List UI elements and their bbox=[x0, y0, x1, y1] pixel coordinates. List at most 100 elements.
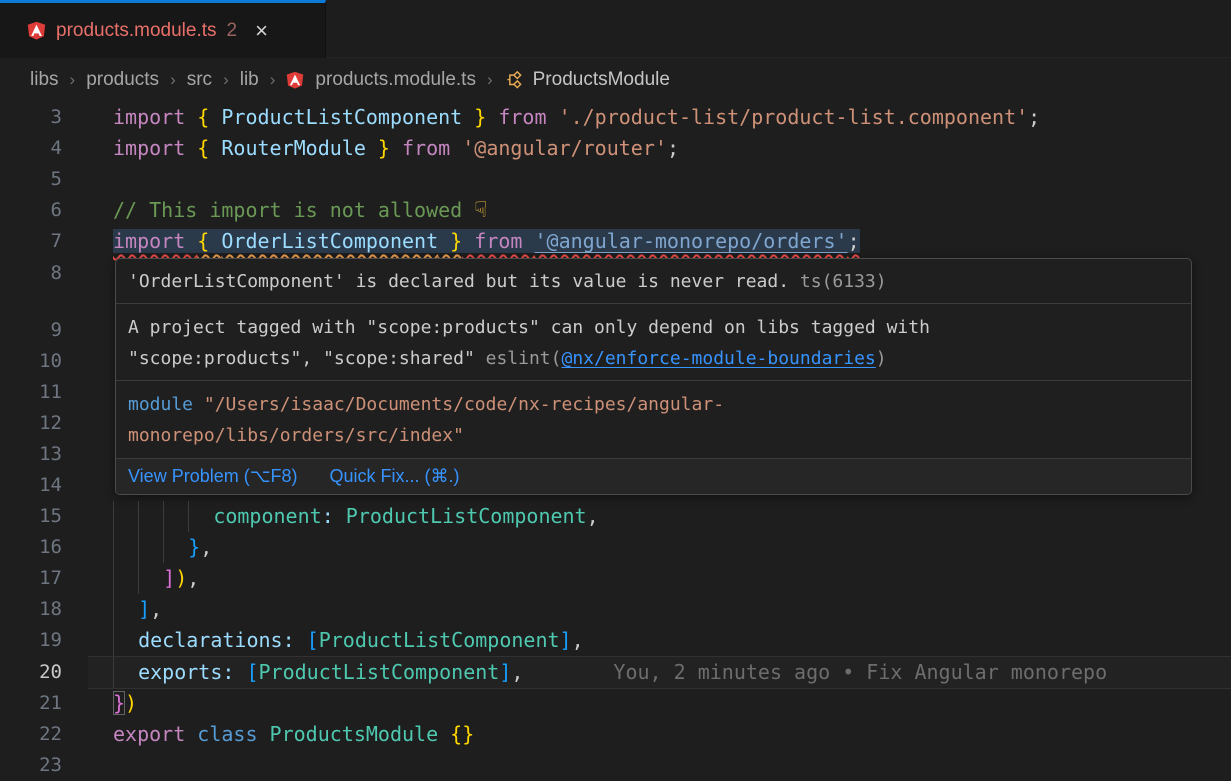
code-token: from bbox=[390, 136, 462, 160]
code-token: ProductsModule bbox=[270, 722, 451, 746]
code-line-18[interactable]: 18], bbox=[0, 594, 1231, 625]
code-token: , bbox=[572, 628, 584, 652]
code-token: ☟ bbox=[474, 198, 487, 223]
line-number: 14 bbox=[0, 470, 62, 501]
breadcrumb-item-libs[interactable]: libs bbox=[30, 69, 59, 91]
breadcrumb-item-src[interactable]: src bbox=[187, 69, 212, 91]
code-line-17[interactable]: 17]), bbox=[0, 563, 1231, 594]
line-number: 15 bbox=[0, 501, 62, 532]
line-number: 7 bbox=[0, 226, 62, 257]
indent-guide bbox=[113, 532, 138, 563]
hover-actions: View Problem (⌥F8) Quick Fix... (⌘.) bbox=[116, 459, 1191, 494]
code-token: class bbox=[197, 722, 269, 746]
line-number: 5 bbox=[0, 164, 62, 195]
code-token: './product-list/product-list.component' bbox=[559, 105, 1029, 129]
hover-text: 'OrderListComponent' is declared but its… bbox=[128, 271, 789, 292]
indent-guide bbox=[113, 563, 138, 594]
indent-guide bbox=[138, 532, 163, 563]
code-token: '@angular/router' bbox=[462, 136, 667, 160]
code-line-23[interactable]: 23 bbox=[0, 750, 1231, 781]
indent-guide bbox=[113, 501, 138, 532]
tab-products-module-ts[interactable]: products.module.ts 2 × bbox=[0, 0, 326, 58]
indent-guide bbox=[113, 594, 138, 625]
line-number: 4 bbox=[0, 133, 62, 164]
code-token: [ bbox=[307, 628, 319, 652]
hover-text: "/Users/isaac/Documents/code/nx-recipes/… bbox=[204, 394, 724, 415]
line-number: 20 bbox=[0, 657, 62, 688]
code-token: { bbox=[197, 229, 221, 253]
quick-fix-link[interactable]: Quick Fix... (⌘.) bbox=[329, 466, 459, 487]
tab-problems-badge: 2 bbox=[227, 20, 238, 42]
code-token: ; bbox=[1028, 105, 1040, 129]
line-number: 16 bbox=[0, 532, 62, 563]
code-token: // This import is not allowed bbox=[113, 198, 474, 222]
indent-guide bbox=[138, 501, 163, 532]
code-token: , bbox=[187, 566, 199, 590]
line-number: 10 bbox=[0, 346, 62, 377]
code-token: } bbox=[366, 136, 390, 160]
code-line-20[interactable]: 20exports: [ProductListComponent],You, 2… bbox=[0, 657, 1231, 688]
code-token: component bbox=[213, 504, 321, 528]
git-blame-annotation: You, 2 minutes ago • Fix Angular monorep… bbox=[613, 660, 1107, 684]
code-token: OrderListComponent bbox=[221, 229, 438, 253]
breadcrumb-separator: › bbox=[487, 70, 493, 90]
code-token: , bbox=[200, 535, 212, 559]
code-line-22[interactable]: 22export class ProductsModule {} bbox=[0, 719, 1231, 750]
code-line-19[interactable]: 19 declarations: [ProductListComponent], bbox=[0, 625, 1231, 656]
code-token: declarations: bbox=[138, 628, 295, 652]
code-line-4[interactable]: 4import { RouterModule } from '@angular/… bbox=[0, 133, 1231, 164]
breadcrumb-item-symbol[interactable]: ProductsModule bbox=[533, 69, 670, 91]
view-problem-link[interactable]: View Problem (⌥F8) bbox=[128, 466, 297, 487]
code-token: import bbox=[113, 136, 197, 160]
breadcrumb-separator: › bbox=[270, 70, 276, 90]
angular-file-icon bbox=[27, 21, 46, 40]
line-number: 18 bbox=[0, 594, 62, 625]
code-token: '@angular-monorepo/orders' bbox=[534, 229, 847, 253]
breadcrumb-item-products[interactable]: products bbox=[86, 69, 159, 91]
hover-rows: 'OrderListComponent' is declared but its… bbox=[116, 259, 1191, 459]
hover-message-row: module "/Users/isaac/Documents/code/nx-r… bbox=[116, 381, 1191, 459]
code-token bbox=[295, 628, 307, 652]
code-token: ; bbox=[848, 229, 860, 253]
breadcrumb-item-lib[interactable]: lib bbox=[240, 69, 259, 91]
code-token: } bbox=[462, 105, 486, 129]
code-line-7[interactable]: 7import { OrderListComponent } from '@an… bbox=[0, 226, 1231, 257]
code-line-5[interactable]: 5 bbox=[0, 164, 1231, 195]
indent-guide bbox=[113, 625, 138, 656]
code-line-6[interactable]: 6// This import is not allowed ☟ bbox=[0, 195, 1231, 226]
close-icon[interactable]: × bbox=[255, 20, 268, 42]
code-line-21[interactable]: 21}) bbox=[0, 688, 1231, 719]
code-token: , bbox=[511, 660, 523, 684]
hover-message-row: 'OrderListComponent' is declared but its… bbox=[116, 259, 1191, 304]
code-token: ) bbox=[125, 691, 137, 715]
code-token: ; bbox=[667, 136, 679, 160]
hover-text: A project tagged with "scope:products" c… bbox=[128, 317, 930, 338]
breadcrumb-separator: › bbox=[70, 70, 76, 90]
eslint-rule-link[interactable]: @nx/enforce-module-boundaries bbox=[561, 348, 875, 369]
code-token: ProductListComponent bbox=[319, 628, 560, 652]
indent-guide bbox=[163, 532, 188, 563]
breadcrumb-separator: › bbox=[223, 70, 229, 90]
code-token: import bbox=[113, 105, 197, 129]
code-line-16[interactable]: 16}, bbox=[0, 532, 1231, 563]
line-number: 8 bbox=[0, 258, 62, 289]
hover-text: ts(6133) bbox=[789, 271, 887, 292]
indent-guide bbox=[113, 657, 138, 688]
breadcrumb-item-file[interactable]: products.module.ts bbox=[315, 69, 476, 91]
code-token: ] bbox=[138, 597, 150, 621]
code-token: , bbox=[150, 597, 162, 621]
code-token: ] bbox=[163, 566, 175, 590]
code-line-15[interactable]: 15component: ProductListComponent, bbox=[0, 501, 1231, 532]
line-number: 19 bbox=[0, 625, 62, 656]
code-token: ] bbox=[560, 628, 572, 652]
problem-hover-popup: 'OrderListComponent' is declared but its… bbox=[115, 258, 1192, 495]
code-token: ProductListComponent bbox=[221, 105, 462, 129]
code-line-3[interactable]: 3import { ProductListComponent } from '.… bbox=[0, 102, 1231, 133]
hover-text: eslint( bbox=[486, 348, 562, 369]
code-token: { bbox=[197, 136, 221, 160]
class-symbol-icon bbox=[504, 71, 522, 89]
indent-guide bbox=[138, 563, 163, 594]
tab-title: products.module.ts bbox=[56, 20, 217, 42]
hover-text: module bbox=[128, 394, 204, 415]
code-token: export bbox=[113, 722, 197, 746]
